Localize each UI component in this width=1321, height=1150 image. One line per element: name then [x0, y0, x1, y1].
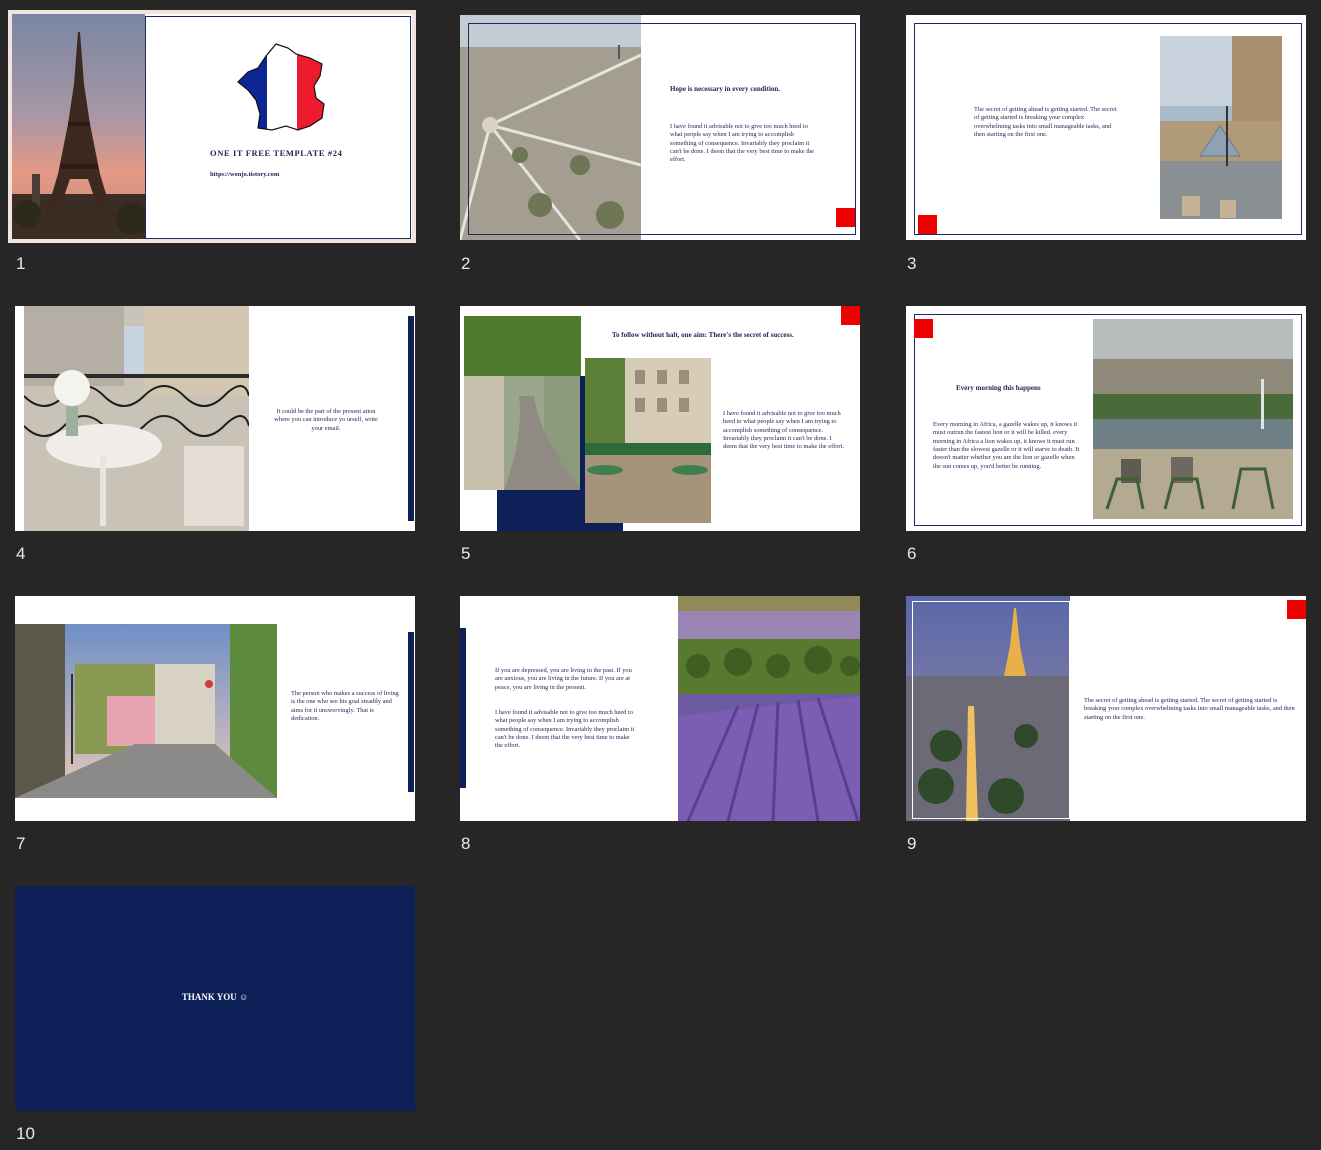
montmartre-street-photo: [464, 316, 581, 490]
navy-side-bar: [408, 632, 414, 792]
slide-thumbnail-5[interactable]: To follow without halt, one aim: There's…: [460, 306, 860, 531]
slide-8-body-1: If you are depressed, you are living in …: [495, 667, 632, 691]
slide-number-9: 9: [907, 834, 917, 853]
slide-number-1: 1: [16, 254, 26, 273]
slide-9-body: The secret of getting ahead is getting s…: [1084, 697, 1295, 721]
slide-thumbnail-9[interactable]: The secret of getting ahead is getting s…: [906, 596, 1306, 821]
slide-3-body: The secret of getting ahead is getting s…: [974, 106, 1117, 138]
slide-2-heading: Hope is necessary in every condition.: [670, 85, 781, 93]
paris-cafe-photo: [585, 358, 711, 523]
slide-5-heading: To follow without halt, one aim: There's…: [612, 331, 794, 339]
slide-number-2: 2: [461, 254, 471, 273]
slide-7-body: The person who makes a success of living…: [291, 690, 399, 722]
slide-number-8: 8: [461, 834, 471, 853]
red-square-accent: [914, 319, 933, 338]
slide-number-3: 3: [907, 254, 917, 273]
red-square-accent: [1287, 600, 1306, 619]
louvre-pyramid-photo: [1160, 36, 1282, 219]
slide-2-body: I have found it advisable not to give to…: [670, 123, 815, 164]
slide-thumbnail-8[interactable]: If you are depressed, you are living in …: [460, 596, 860, 821]
slide-10-thank-you: THANK YOU ☺: [181, 992, 249, 1002]
slide-thumbnail-10[interactable]: THANK YOU ☺: [15, 886, 415, 1111]
france-flag-map-icon: [237, 43, 325, 131]
slide-thumbnail-3[interactable]: The secret of getting ahead is getting s…: [906, 15, 1306, 240]
slide-8-body-2: I have found it advisable not to give to…: [495, 709, 635, 750]
red-square-accent: [918, 215, 937, 234]
montmartre-pink-house-photo: [15, 624, 277, 798]
navy-side-bar: [408, 316, 414, 521]
slide-number-10: 10: [16, 1124, 35, 1143]
slide-5-body: I have found it advisable not to give to…: [723, 410, 844, 451]
red-square-accent: [841, 306, 860, 325]
slide-number-4: 4: [16, 544, 26, 563]
slide-1-url: https://wonjo.tistory.com: [210, 171, 280, 178]
slide-4-body: It could be the part of the present atio…: [274, 408, 378, 432]
slide-number-6: 6: [907, 544, 917, 563]
slide-1-title: ONE IT FREE TEMPLATE #24: [210, 148, 343, 158]
eiffel-tower-sunset-photo: [12, 14, 145, 239]
red-square-accent: [836, 208, 855, 227]
lavender-field-photo: [678, 596, 860, 821]
slide-thumbnail-7[interactable]: The person who makes a success of living…: [15, 596, 415, 821]
slide-thumbnail-1[interactable]: ONE IT FREE TEMPLATE #24 https://wonjo.t…: [8, 10, 416, 243]
slide-thumbnail-4[interactable]: It could be the part of the present atio…: [15, 306, 415, 531]
slide-number-7: 7: [16, 834, 26, 853]
tuileries-fountain-photo: [1093, 319, 1293, 519]
navy-side-bar: [460, 628, 466, 788]
paris-balcony-photo: [24, 306, 249, 531]
slide-6-body: Every morning in Africa, a gazelle wakes…: [933, 421, 1080, 470]
slide-thumbnail-2[interactable]: Hope is necessary in every condition. I …: [460, 15, 860, 240]
slide-thumbnail-6[interactable]: Every morning this happens Every morning…: [906, 306, 1306, 531]
slide-number-5: 5: [461, 544, 471, 563]
slide-6-heading: Every morning this happens: [956, 384, 1041, 392]
